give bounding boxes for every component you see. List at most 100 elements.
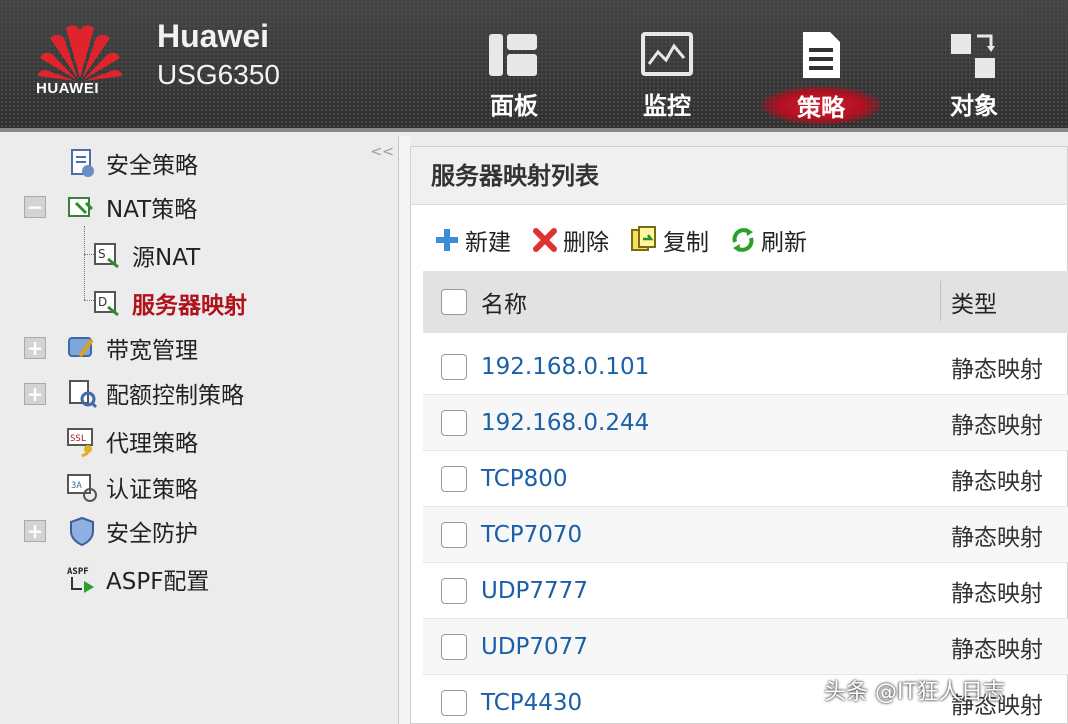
mapping-name-link[interactable]: UDP7777: [481, 578, 588, 604]
refresh-button[interactable]: 刷新: [729, 223, 807, 257]
quota-icon: [69, 380, 98, 409]
mapping-type: 静态映射: [951, 524, 1043, 551]
sidebar-item-server-mapping[interactable]: D 服务器映射: [92, 286, 247, 320]
mapping-type: 静态映射: [951, 468, 1043, 495]
huawei-logo-text: HUAWEI: [36, 80, 99, 97]
expand-bandwidth-toggle[interactable]: +: [24, 337, 46, 359]
sidebar-item-quota-control[interactable]: 配额控制策略: [66, 376, 244, 410]
column-resize-handle[interactable]: [940, 281, 941, 321]
column-header-name: 名称: [481, 292, 527, 318]
sidebar-item-bandwidth[interactable]: 带宽管理: [66, 331, 198, 365]
sidebar-splitter[interactable]: [398, 136, 410, 724]
copy-icon: [631, 226, 656, 251]
copy-button[interactable]: 复制: [629, 223, 709, 257]
mapping-type: 静态映射: [951, 636, 1043, 663]
nav-monitor[interactable]: 监控: [607, 30, 727, 126]
nav-policy-label: 策略: [761, 86, 881, 125]
row-checkbox[interactable]: [441, 354, 467, 380]
aspf-icon: ASPF: [67, 567, 94, 593]
table-row[interactable]: UDP7077 静态映射: [423, 619, 1068, 675]
plus-icon: +: [26, 336, 44, 360]
svg-text:D: D: [98, 295, 107, 309]
row-checkbox[interactable]: [441, 466, 467, 492]
new-button[interactable]: 新建: [433, 223, 511, 257]
policy-document-icon: [803, 32, 840, 78]
sidebar-item-source-nat[interactable]: S 源NAT: [92, 238, 200, 272]
row-checkbox[interactable]: [441, 522, 467, 548]
sidebar-item-security-protection[interactable]: 安全防护: [66, 514, 198, 548]
mapping-name-link[interactable]: TCP800: [481, 466, 568, 492]
nav-policy[interactable]: 策略: [761, 30, 881, 126]
ssl-proxy-icon: SSL: [67, 428, 93, 457]
device-model: USG6350: [157, 59, 280, 90]
sidebar-item-security-policy[interactable]: 安全策略: [66, 146, 198, 180]
delete-x-icon: [533, 228, 557, 252]
top-header: HUAWEI Huawei USG6350 面板 监控 策略 对象: [0, 0, 1068, 132]
svg-text:ASPF: ASPF: [67, 567, 89, 577]
plus-icon: +: [26, 382, 44, 406]
sidebar-item-aspf[interactable]: ASPF ASPF配置: [66, 562, 209, 596]
plus-icon: +: [26, 519, 44, 543]
mapping-name-link[interactable]: UDP7077: [481, 634, 588, 660]
table-row[interactable]: TCP800 静态映射: [423, 451, 1068, 507]
sidebar-item-label: NAT策略: [106, 197, 198, 223]
sidebar-item-label: 带宽管理: [106, 338, 198, 364]
sidebar-item-label: 配额控制策略: [106, 383, 244, 409]
mapping-type: 静态映射: [951, 580, 1043, 607]
minus-icon: −: [26, 195, 44, 219]
sidebar-item-auth-policy[interactable]: 3A 认证策略: [66, 470, 198, 504]
table-row[interactable]: 192.168.0.101 静态映射: [423, 339, 1068, 395]
table-row[interactable]: TCP7070 静态映射: [423, 507, 1068, 563]
delete-button[interactable]: 删除: [531, 223, 609, 257]
mapping-name-link[interactable]: TCP7070: [481, 522, 582, 548]
source-nat-icon: S: [94, 243, 119, 269]
row-checkbox[interactable]: [441, 634, 467, 660]
object-icon: [951, 34, 995, 78]
server-mapping-table: 名称 类型 192.168.0.101 静态映射 192.168.0.244 静…: [423, 271, 1068, 724]
refresh-icon: [732, 228, 754, 252]
sidebar-item-label: ASPF配置: [106, 569, 210, 595]
mapping-type: 静态映射: [951, 412, 1043, 439]
column-header-type: 类型: [951, 292, 997, 318]
shield-icon: [70, 516, 94, 547]
svg-text:S: S: [98, 247, 106, 261]
select-all-checkbox[interactable]: [441, 289, 467, 315]
row-checkbox[interactable]: [441, 410, 467, 436]
table-row[interactable]: 192.168.0.244 静态映射: [423, 395, 1068, 451]
mapping-name-link[interactable]: 192.168.0.101: [481, 354, 649, 380]
sidebar-item-label: 源NAT: [132, 245, 201, 271]
svg-text:3A: 3A: [71, 481, 82, 491]
row-checkbox[interactable]: [441, 690, 467, 716]
expand-security-protection-toggle[interactable]: +: [24, 520, 46, 542]
bandwidth-icon: [68, 337, 94, 358]
sidebar-tree: << 安全策略 − NAT策略 S 源NAT D 服务器映射 + 带宽管理 + …: [0, 136, 398, 724]
collapse-nat-toggle[interactable]: −: [24, 196, 46, 218]
expand-quota-toggle[interactable]: +: [24, 383, 46, 405]
plus-icon: [436, 229, 458, 251]
collapse-sidebar-button[interactable]: <<: [371, 144, 394, 160]
sidebar-item-label: 服务器映射: [132, 293, 247, 319]
copy-button-label: 复制: [663, 230, 709, 256]
sidebar-item-nat-policy[interactable]: NAT策略: [66, 190, 197, 224]
nav-object[interactable]: 对象: [914, 30, 1034, 126]
page-title: 服务器映射列表: [411, 147, 1067, 205]
main-panel: 服务器映射列表 新建 删除 复制 刷新 名称 类型 192.168.0.101 …: [410, 146, 1068, 724]
mapping-type: 静态映射: [951, 356, 1043, 383]
new-button-label: 新建: [465, 230, 511, 256]
nat-policy-icon: [68, 197, 94, 217]
brand-name: Huawei: [157, 18, 270, 54]
mapping-name-link[interactable]: TCP4430: [481, 690, 582, 716]
mapping-name-link[interactable]: 192.168.0.244: [481, 410, 649, 436]
refresh-button-label: 刷新: [761, 230, 807, 256]
row-checkbox[interactable]: [441, 578, 467, 604]
sidebar-item-proxy-policy[interactable]: SSL 代理策略: [66, 424, 198, 458]
nav-dashboard[interactable]: 面板: [454, 30, 574, 126]
sidebar-item-label: 代理策略: [106, 431, 198, 457]
dashboard-icon: [489, 34, 537, 76]
security-policy-icon: [71, 149, 94, 177]
table-row[interactable]: UDP7777 静态映射: [423, 563, 1068, 619]
monitor-icon: [641, 32, 693, 76]
device-brand: Huawei USG6350: [157, 18, 280, 91]
delete-button-label: 删除: [563, 230, 609, 256]
nav-dashboard-label: 面板: [490, 92, 538, 120]
